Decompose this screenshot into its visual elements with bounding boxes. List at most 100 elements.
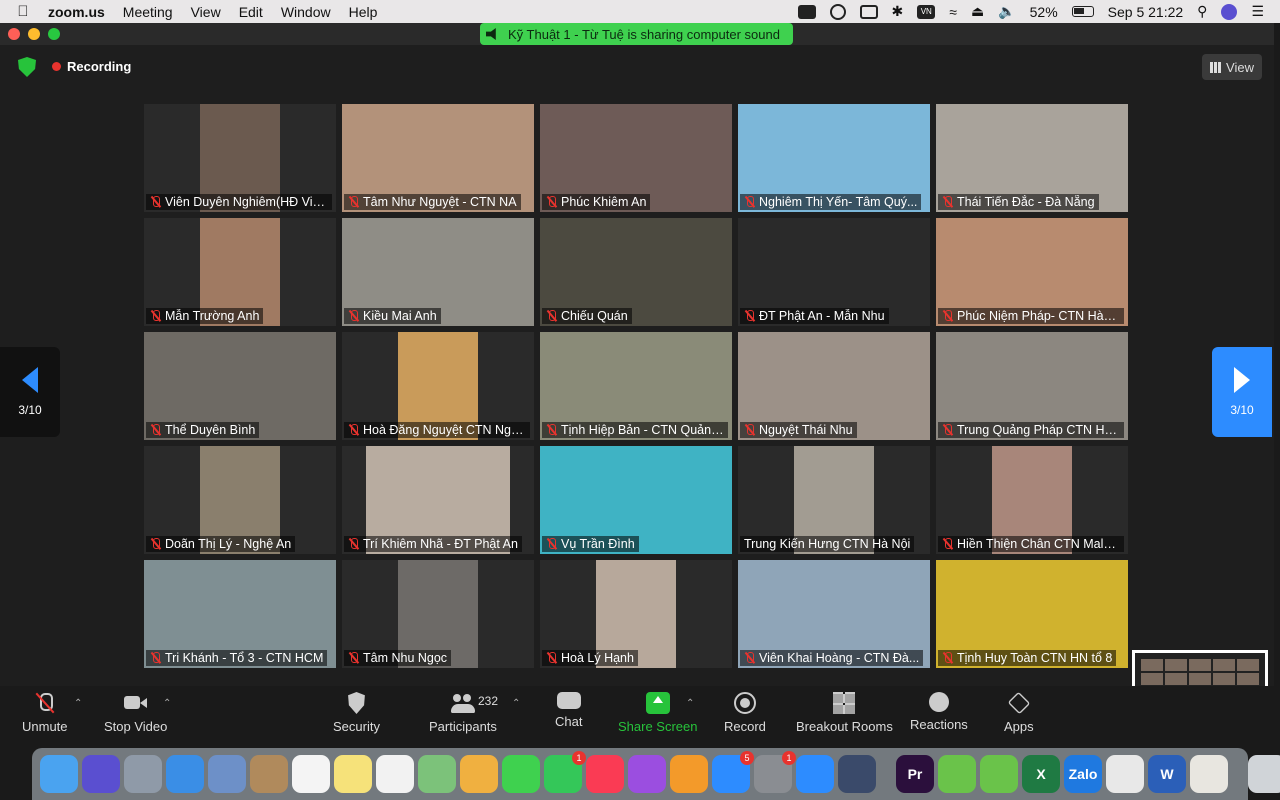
participant-tile[interactable]: Tâm Nhu Ngọc bbox=[342, 560, 534, 668]
apple-icon[interactable]:  bbox=[0, 3, 46, 20]
siri-menu-icon[interactable] bbox=[1221, 3, 1238, 20]
system-prefs-icon[interactable]: 1 bbox=[754, 751, 796, 793]
participant-tile[interactable]: Nghiêm Thị Yến- Tâm Quý... bbox=[738, 104, 930, 212]
participant-tile[interactable]: Tịnh Hiệp Bản - CTN Quảng... bbox=[540, 332, 732, 440]
participant-tile[interactable]: Trung Quảng Pháp CTN Hà... bbox=[936, 332, 1128, 440]
participant-tile[interactable]: Hoà Lý Hạnh bbox=[540, 560, 732, 668]
participant-tile[interactable]: Chiếu Quán bbox=[540, 218, 732, 326]
participant-tile[interactable]: Mẫn Trường Anh bbox=[144, 218, 336, 326]
zoom-status-icon[interactable] bbox=[797, 4, 816, 19]
view-button[interactable]: View bbox=[1202, 54, 1262, 80]
menu-view[interactable]: View bbox=[182, 4, 230, 20]
video-options-caret-icon[interactable]: ⌃ bbox=[163, 698, 171, 709]
participant-tile[interactable]: Hiền Thiện Chân CTN Malay... bbox=[936, 446, 1128, 554]
menu-window[interactable]: Window bbox=[272, 4, 340, 20]
menu-edit[interactable]: Edit bbox=[230, 4, 272, 20]
participant-tile[interactable]: Viên Khai Hoàng - CTN Đà... bbox=[738, 560, 930, 668]
clock[interactable]: Sep 5 21:22 bbox=[1108, 4, 1184, 20]
security-button[interactable]: Security bbox=[333, 692, 380, 734]
battery-icon[interactable] bbox=[1071, 6, 1094, 17]
messages-icon[interactable] bbox=[502, 755, 540, 793]
control-center-icon[interactable]: ☰ bbox=[1251, 3, 1264, 20]
minimize-window-icon[interactable] bbox=[28, 28, 40, 40]
participant-tile[interactable]: Phúc Khiêm An bbox=[540, 104, 732, 212]
audio-options-caret-icon[interactable]: ⌃ bbox=[74, 698, 82, 709]
trash-icon[interactable] bbox=[1248, 755, 1280, 793]
participant-tile[interactable]: Tri Khánh - Tổ 3 - CTN HCM bbox=[144, 560, 336, 668]
encryption-shield-icon[interactable] bbox=[18, 57, 36, 77]
previous-page-button[interactable]: 3/10 bbox=[0, 347, 60, 437]
breakout-rooms-button[interactable]: Breakout Rooms bbox=[796, 692, 893, 734]
close-window-icon[interactable] bbox=[8, 28, 20, 40]
wifi-icon[interactable]: ≈ bbox=[949, 4, 957, 20]
preview-icon[interactable] bbox=[1190, 755, 1228, 793]
creative-cloud-icon[interactable] bbox=[829, 3, 846, 20]
mail-bird-icon[interactable] bbox=[208, 755, 246, 793]
participant-tile[interactable]: Thái Tiến Đắc - Đà Nẵng bbox=[936, 104, 1128, 212]
apps-button[interactable]: Apps bbox=[1004, 691, 1034, 734]
reactions-button[interactable]: Reactions bbox=[910, 692, 968, 732]
safari-icon[interactable] bbox=[166, 755, 204, 793]
participant-tile[interactable]: Nguyệt Thái Nhu bbox=[738, 332, 930, 440]
facetime-icon[interactable]: 1 bbox=[544, 751, 586, 793]
sharing-sound-text: Kỹ Thuật 1 - Từ Tuệ is sharing computer … bbox=[508, 26, 780, 42]
participant-tile[interactable]: Vụ Trần Đình bbox=[540, 446, 732, 554]
menu-help[interactable]: Help bbox=[340, 4, 387, 20]
finder-icon[interactable] bbox=[40, 755, 78, 793]
launchpad-icon[interactable] bbox=[124, 755, 162, 793]
maps-icon[interactable] bbox=[418, 755, 456, 793]
zoom-icon[interactable] bbox=[796, 755, 834, 793]
participant-tile[interactable]: ĐT Phật An - Mẫn Nhu bbox=[738, 218, 930, 326]
premiere-icon[interactable]: Pr bbox=[896, 755, 934, 793]
zoom-window-icon[interactable] bbox=[48, 28, 60, 40]
share-options-caret-icon[interactable]: ⌃ bbox=[686, 698, 694, 709]
chat-button[interactable]: Chat bbox=[555, 692, 582, 729]
podcasts-icon[interactable] bbox=[628, 755, 666, 793]
participant-tile[interactable]: Thể Duyên Bình bbox=[144, 332, 336, 440]
photos-icon[interactable] bbox=[460, 755, 498, 793]
bluetooth-icon[interactable]: ✱ bbox=[892, 3, 904, 20]
participant-tile[interactable]: Tâm Như Nguyệt - CTN NA bbox=[342, 104, 534, 212]
notes-icon[interactable] bbox=[334, 755, 372, 793]
stop-video-button[interactable]: Stop Video bbox=[104, 692, 167, 734]
airplay-icon[interactable] bbox=[859, 4, 878, 19]
input-source-icon[interactable]: VN bbox=[917, 4, 936, 19]
volume-icon[interactable]: 🔈 bbox=[998, 3, 1015, 20]
chrome-icon[interactable] bbox=[1106, 755, 1144, 793]
participant-tile[interactable]: Tịnh Huy Toàn CTN HN tổ 8 bbox=[936, 560, 1128, 668]
participants-caret-icon[interactable]: ⌃ bbox=[512, 698, 520, 709]
spotlight-icon[interactable]: ⚲ bbox=[1197, 3, 1207, 20]
participant-name-label: Hiền Thiện Chân CTN Malay... bbox=[938, 536, 1124, 552]
record-button[interactable]: Record bbox=[724, 692, 766, 734]
appstore-icon[interactable]: 5 bbox=[712, 751, 754, 793]
reminders-icon[interactable] bbox=[376, 755, 414, 793]
zalo-icon[interactable]: Zalo bbox=[1064, 755, 1102, 793]
participant-tile[interactable]: Phúc Niệm Pháp- CTN Hàn... bbox=[936, 218, 1128, 326]
security-shield-icon bbox=[348, 692, 365, 714]
sharing-sound-banner[interactable]: Kỹ Thuật 1 - Từ Tuệ is sharing computer … bbox=[480, 23, 793, 45]
participant-tile[interactable]: Trung Kiến Hưng CTN Hà Nội bbox=[738, 446, 930, 554]
next-page-button[interactable]: 3/10 bbox=[1212, 347, 1272, 437]
participant-tile[interactable]: Trí Khiêm Nhã - ĐT Phật An bbox=[342, 446, 534, 554]
contacts-icon[interactable] bbox=[250, 755, 288, 793]
greenapp-icon[interactable] bbox=[938, 755, 976, 793]
participant-tile[interactable]: Kiều Mai Anh bbox=[342, 218, 534, 326]
participant-name-label: Kiều Mai Anh bbox=[344, 308, 441, 324]
participant-tile[interactable]: Viên Duyên Nghiêm(HĐ Viê... bbox=[144, 104, 336, 212]
participant-tile[interactable]: Hoà Đăng Nguyệt CTN Ngh... bbox=[342, 332, 534, 440]
muted-microphone-icon bbox=[348, 424, 359, 436]
music-icon[interactable] bbox=[586, 755, 624, 793]
menu-app-name[interactable]: zoom.us bbox=[46, 4, 114, 20]
menu-meeting[interactable]: Meeting bbox=[114, 4, 182, 20]
quicktime-icon[interactable] bbox=[838, 755, 876, 793]
eject-icon[interactable]: ⏏ bbox=[971, 3, 984, 20]
books-icon[interactable] bbox=[670, 755, 708, 793]
participant-tile[interactable]: Doãn Thị Lý - Nghệ An bbox=[144, 446, 336, 554]
excel-icon[interactable]: X bbox=[1022, 755, 1060, 793]
calendar-icon[interactable] bbox=[292, 755, 330, 793]
unmute-button[interactable]: Unmute bbox=[22, 692, 68, 734]
greenapp2-icon[interactable] bbox=[980, 755, 1018, 793]
recording-indicator[interactable]: Recording bbox=[52, 59, 131, 74]
word-icon[interactable]: W bbox=[1148, 755, 1186, 793]
siri-icon[interactable] bbox=[82, 755, 120, 793]
